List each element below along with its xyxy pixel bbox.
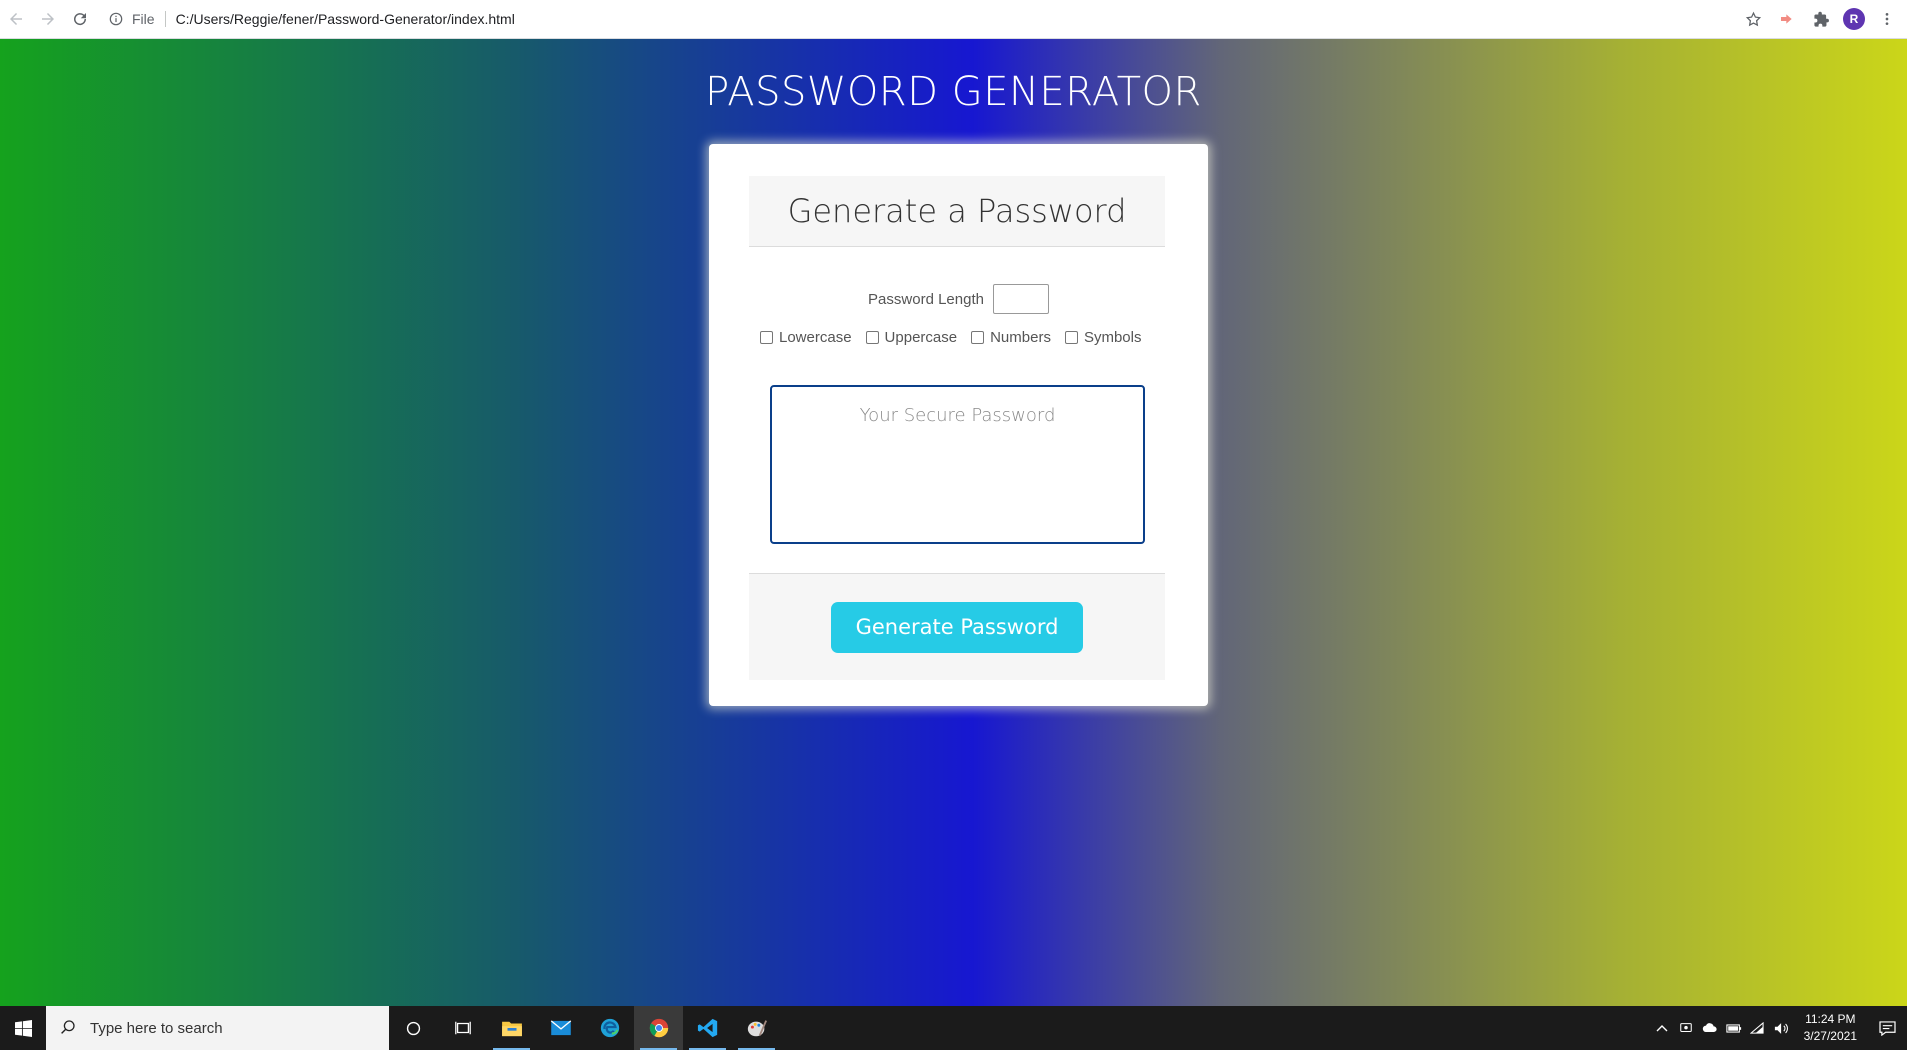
chrome-icon[interactable] [634,1006,683,1050]
file-scheme-label: File [132,11,155,27]
task-view-icon[interactable] [438,1006,487,1050]
volume-icon[interactable] [1770,1006,1794,1050]
numbers-label: Numbers [990,329,1051,346]
file-explorer-icon[interactable] [487,1006,536,1050]
windows-taskbar: Type here to search 11:24 PM 3/27/2021 [0,1006,1907,1050]
symbols-checkbox[interactable] [1064,331,1078,344]
browser-toolbar: File C:/Users/Reggie/fener/Password-Gene… [0,0,1907,39]
vscode-icon[interactable] [683,1006,732,1050]
cortana-icon[interactable] [389,1006,438,1050]
info-icon[interactable] [108,11,124,27]
reload-button[interactable] [64,3,96,35]
battery-icon[interactable] [1722,1006,1746,1050]
extension-arrow-icon[interactable] [1775,7,1799,31]
option-uppercase[interactable]: Uppercase [865,329,958,346]
back-button[interactable] [0,3,32,35]
password-length-label: Password Length [868,290,984,308]
card-footer: Generate Password [749,573,1165,680]
edge-icon[interactable] [585,1006,634,1050]
url-text[interactable]: C:/Users/Reggie/fener/Password-Generator… [176,11,515,27]
password-output-textarea[interactable]: Your Secure Password [770,385,1145,544]
card-heading: Generate a Password [787,192,1127,230]
windows-logo-icon [14,1019,32,1037]
page-background: PASSWORD GENERATOR Generate a Password P… [0,39,1907,1006]
clock-time: 11:24 PM [1805,1012,1856,1026]
system-tray: 11:24 PM 3/27/2021 [1650,1006,1907,1050]
address-bar[interactable]: File C:/Users/Reggie/fener/Password-Gene… [108,5,1741,33]
option-symbols[interactable]: Symbols [1064,329,1142,346]
generator-card: Generate a Password Password Length Lowe… [709,144,1208,706]
back-arrow-icon [10,13,22,25]
show-hidden-icons-chevron-icon[interactable] [1650,1006,1674,1050]
start-button[interactable] [0,1006,46,1050]
toolbar-right: R [1741,7,1907,31]
wifi-icon[interactable] [1746,1006,1770,1050]
password-length-input[interactable] [992,284,1049,314]
meet-now-icon[interactable] [1674,1006,1698,1050]
uppercase-checkbox[interactable] [865,331,879,344]
page-title: PASSWORD GENERATOR [705,69,1202,115]
clock-date: 3/27/2021 [1803,1029,1857,1043]
search-placeholder: Type here to search [90,1019,223,1037]
password-placeholder: Your Secure Password [859,405,1056,426]
notification-center-icon[interactable] [1867,1006,1907,1050]
option-numbers[interactable]: Numbers [971,329,1051,346]
symbols-label: Symbols [1083,329,1142,346]
profile-avatar[interactable]: R [1843,8,1865,30]
generate-password-button[interactable]: Generate Password [831,601,1083,653]
mail-icon[interactable] [536,1006,585,1050]
forward-arrow-icon [42,13,54,25]
length-row: Password Length [709,284,1208,314]
extensions-puzzle-icon[interactable] [1809,7,1833,31]
character-options: Lowercase Uppercase Numbers Symbols [760,329,1155,346]
reload-icon [74,13,87,26]
uppercase-label: Uppercase [884,329,958,346]
taskbar-clock[interactable]: 11:24 PM 3/27/2021 [1794,1011,1867,1045]
lowercase-checkbox[interactable] [760,331,773,344]
url-separator [164,11,166,27]
taskbar-search[interactable]: Type here to search [46,1006,389,1050]
onedrive-cloud-icon[interactable] [1698,1006,1722,1050]
paint-icon[interactable] [732,1006,781,1050]
numbers-checkbox[interactable] [971,331,985,344]
menu-kebab-icon[interactable] [1875,7,1899,31]
search-icon [60,1019,78,1037]
forward-button[interactable] [32,3,64,35]
lowercase-label: Lowercase [779,329,852,346]
bookmark-star-icon[interactable] [1741,7,1765,31]
card-header: Generate a Password [749,176,1165,247]
option-lowercase[interactable]: Lowercase [760,329,852,346]
